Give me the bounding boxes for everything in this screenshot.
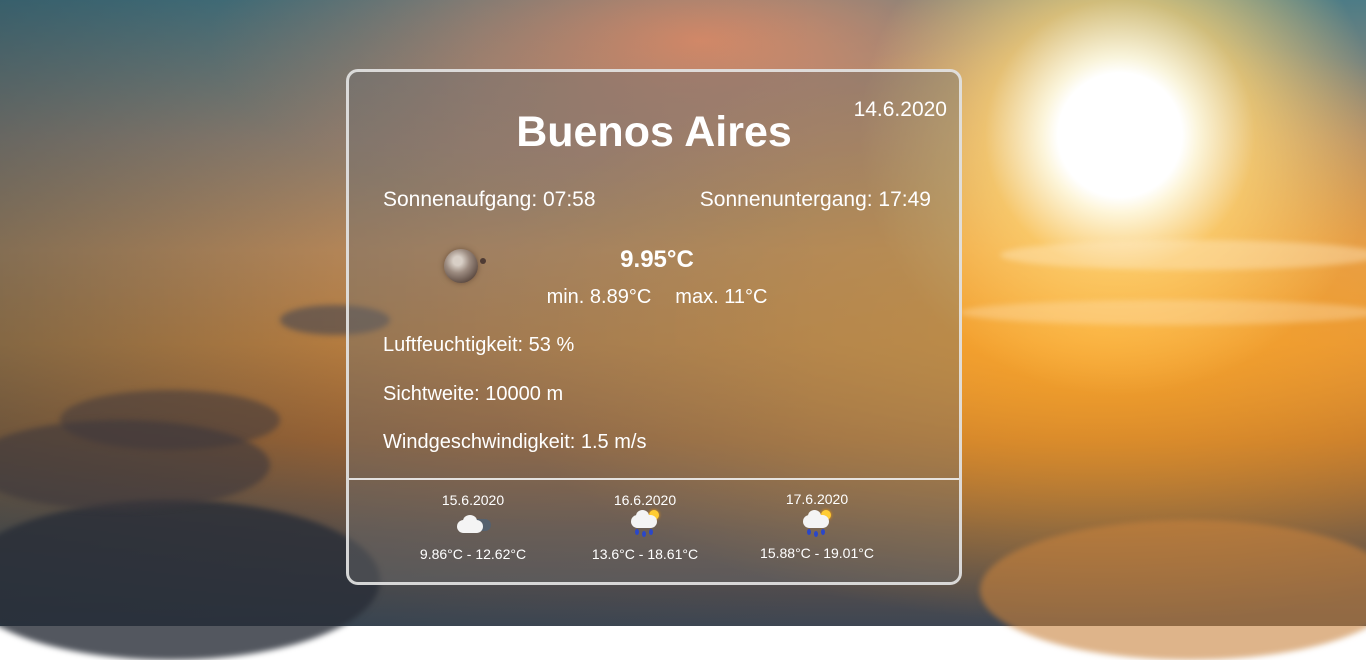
sunset-time: Sonnenuntergang: 17:49 [699,188,931,211]
wind-speed: Windgeschwindigkeit: 1.5 m/s [383,431,647,453]
forecast-date: 16.6.2020 [613,492,677,508]
humidity: Luftfeuchtigkeit: 53 % [383,334,575,356]
forecast-temperature-range: 15.88°C - 19.01°C [760,545,874,561]
forecast-temperature-range: 13.6°C - 18.61°C [591,546,699,562]
weather-card: 14.6.2020 Buenos Aires Sonnenaufgang: 07… [346,69,962,585]
city-name: Buenos Aires [516,108,792,156]
visibility: Sichtweite: 10000 m [383,383,564,405]
current-temperature: 9.95°C [620,246,694,273]
forecast-date: 17.6.2020 [785,491,849,507]
forecast-day: 16.6.2020 13.6°C - 18.61°C [565,492,725,562]
max-temperature: max. 11°C [675,286,768,308]
forecast-date: 15.6.2020 [441,492,505,508]
forecast-day: 15.6.2020 9.86°C - 12.62°C [393,492,553,562]
divider [349,478,959,480]
partly-cloudy-night-icon [453,510,493,538]
forecast-day: 17.6.2020 15.88°C - 19.01°C [737,491,897,561]
min-temperature: min. 8.89°C [546,286,652,308]
temperature-range: min. 8.89°C max. 11°C [349,286,959,309]
forecast-temperature-range: 9.86°C - 12.62°C [419,546,527,562]
rain-sun-icon [625,510,665,538]
sunrise-time: Sonnenaufgang: 07:58 [383,188,596,211]
rain-sun-icon [797,509,837,537]
